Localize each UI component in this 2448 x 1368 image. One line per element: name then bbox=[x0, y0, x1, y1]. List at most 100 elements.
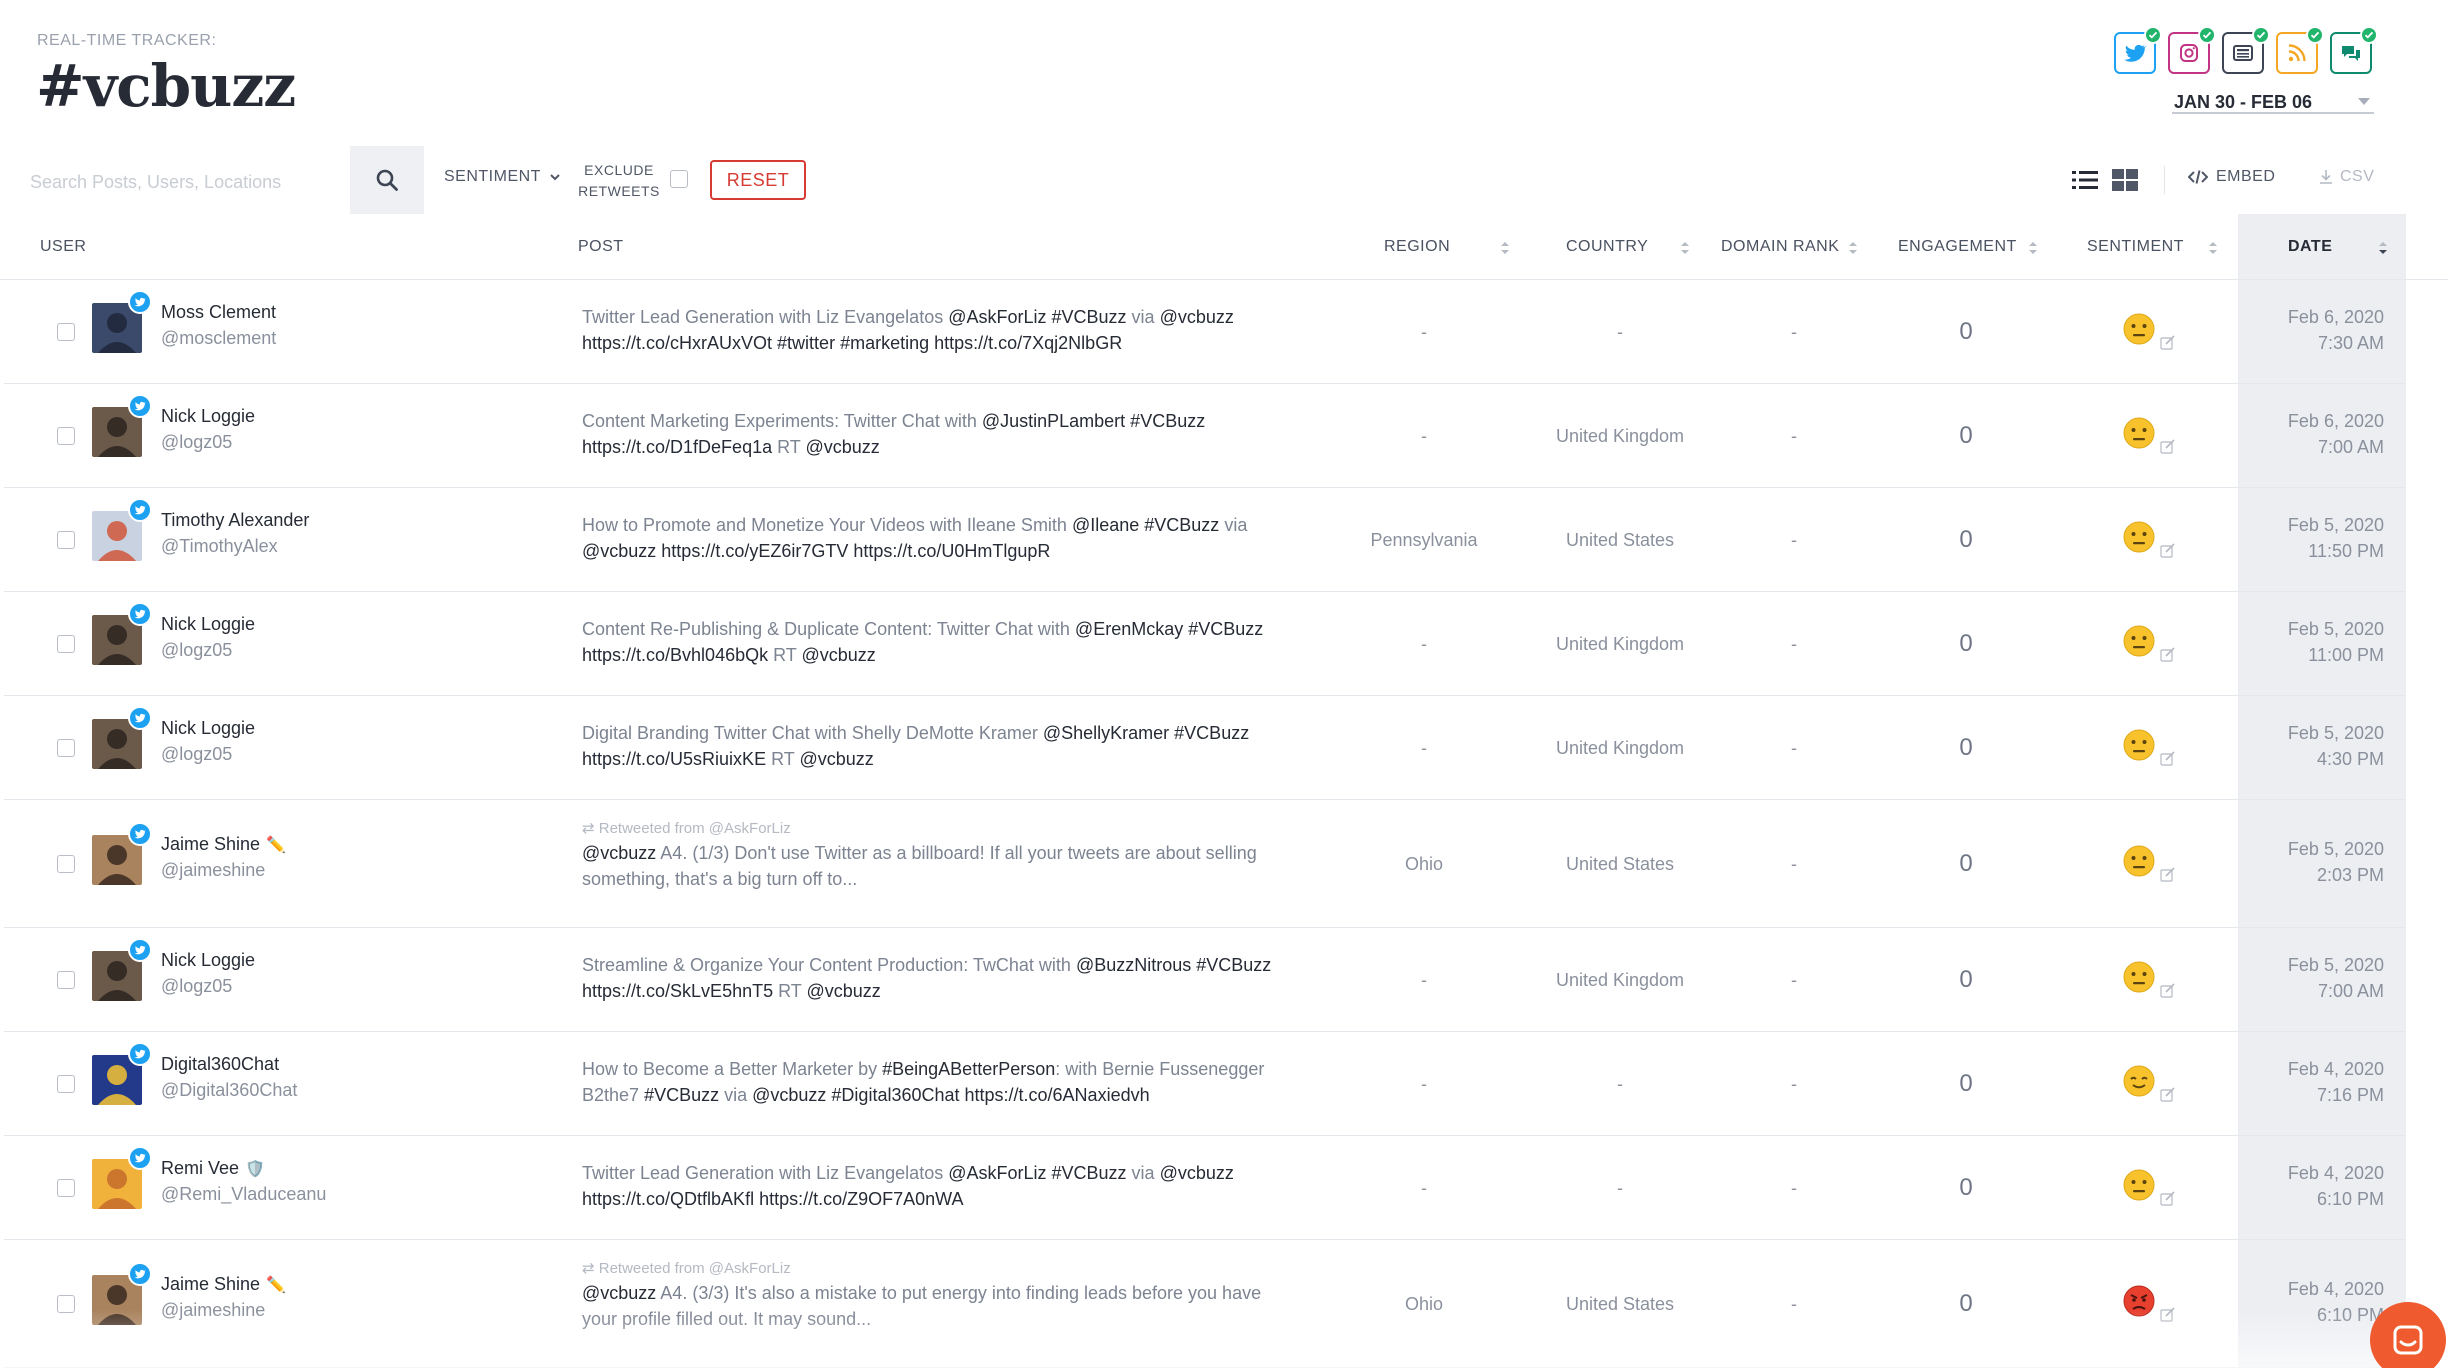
user-name[interactable]: Nick Loggie bbox=[161, 718, 261, 739]
post-mention[interactable]: @AskForLiz #VCBuzz bbox=[948, 1163, 1126, 1183]
post-mention[interactable]: @vcbuzz bbox=[582, 843, 656, 863]
post-mention[interactable]: @vcbuzz bbox=[801, 645, 875, 665]
post-mention[interactable]: @ErenMckay #VCBuzz bbox=[1075, 619, 1263, 639]
post-mention[interactable]: #BeingABetterPerson bbox=[882, 1059, 1055, 1079]
list-view-icon[interactable] bbox=[2072, 168, 2098, 192]
sentiment-content-icon[interactable] bbox=[2122, 1064, 2156, 1098]
post-content[interactable]: ⇄ Retweeted from @AskForLiz @vcbuzz A4. … bbox=[582, 818, 1352, 892]
user-handle[interactable]: @logz05 bbox=[161, 640, 232, 661]
post-mention[interactable]: @BuzzNitrous #VCBuzz bbox=[1076, 955, 1271, 975]
post-content[interactable]: How to Promote and Monetize Your Videos … bbox=[582, 512, 1352, 564]
user-handle[interactable]: @jaimeshine bbox=[161, 860, 265, 881]
search-button[interactable] bbox=[350, 146, 424, 214]
table-row[interactable]: Nick Loggie @logz05 Digital Branding Twi… bbox=[4, 696, 2406, 800]
user-name[interactable]: Nick Loggie bbox=[161, 406, 261, 427]
post-mention[interactable]: #VCBuzz bbox=[644, 1085, 719, 1105]
user-name[interactable]: Timothy Alexander bbox=[161, 510, 315, 531]
user-handle[interactable]: @Remi_Vladuceanu bbox=[161, 1184, 326, 1205]
column-post[interactable]: POST bbox=[578, 238, 624, 256]
table-row[interactable]: Jaime Shine ✏️ @jaimeshine ⇄ Retweeted fr… bbox=[4, 800, 2406, 928]
sentiment-neutral-icon[interactable] bbox=[2122, 520, 2156, 554]
user-handle[interactable]: @jaimeshine bbox=[161, 1300, 265, 1321]
table-row[interactable]: Nick Loggie @logz05 Content Marketing Ex… bbox=[4, 384, 2406, 488]
row-checkbox[interactable] bbox=[57, 1295, 75, 1313]
column-domain-rank[interactable]: DOMAIN RANK bbox=[1721, 238, 1839, 256]
table-row[interactable]: Remi Vee 🛡️ @Remi_Vladuceanu Twitter Lead… bbox=[4, 1136, 2406, 1240]
user-handle[interactable]: @Digital360Chat bbox=[161, 1080, 297, 1101]
post-mention[interactable]: @vcbuzz bbox=[582, 1283, 656, 1303]
edit-sentiment-icon[interactable] bbox=[2160, 1086, 2176, 1102]
row-checkbox[interactable] bbox=[57, 323, 75, 341]
edit-sentiment-icon[interactable] bbox=[2160, 982, 2176, 998]
row-checkbox[interactable] bbox=[57, 635, 75, 653]
post-mention[interactable]: https://t.co/U5sRiuixKE bbox=[582, 749, 766, 769]
sentiment-neutral-icon[interactable] bbox=[2122, 728, 2156, 762]
post-mention[interactable]: @vcbuzz bbox=[1160, 307, 1234, 327]
sort-icon[interactable] bbox=[1680, 240, 1690, 256]
column-date[interactable]: DATE bbox=[2288, 238, 2332, 256]
sentiment-neutral-icon[interactable] bbox=[2122, 844, 2156, 878]
sentiment-angry-icon[interactable] bbox=[2122, 1284, 2156, 1318]
column-region[interactable]: REGION bbox=[1384, 238, 1450, 256]
table-row[interactable]: Nick Loggie @logz05 Streamline & Organiz… bbox=[4, 928, 2406, 1032]
table-row[interactable]: Nick Loggie @logz05 Content Re-Publishin… bbox=[4, 592, 2406, 696]
table-row[interactable]: Moss Clement @mosclement Twitter Lead Ge… bbox=[4, 280, 2406, 384]
post-mention[interactable]: https://t.co/D1fDeFeq1a bbox=[582, 437, 772, 457]
sort-icon[interactable] bbox=[1500, 240, 1510, 256]
network-news-toggle[interactable] bbox=[2222, 26, 2270, 74]
user-name[interactable]: Remi Vee 🛡️ bbox=[161, 1158, 265, 1179]
user-handle[interactable]: @logz05 bbox=[161, 744, 232, 765]
sentiment-neutral-icon[interactable] bbox=[2122, 312, 2156, 346]
post-mention[interactable]: @vcbuzz #Digital360Chat https://t.co/6AN… bbox=[752, 1085, 1149, 1105]
post-mention[interactable]: @vcbuzz bbox=[805, 437, 879, 457]
network-twitter-toggle[interactable] bbox=[2114, 26, 2162, 74]
grid-view-icon[interactable] bbox=[2112, 168, 2138, 192]
post-content[interactable]: Content Marketing Experiments: Twitter C… bbox=[582, 408, 1352, 460]
post-mention[interactable]: @vcbuzz bbox=[1160, 1163, 1234, 1183]
edit-sentiment-icon[interactable] bbox=[2160, 542, 2176, 558]
row-checkbox[interactable] bbox=[57, 427, 75, 445]
post-mention[interactable]: @AskForLiz #VCBuzz bbox=[948, 307, 1126, 327]
row-checkbox[interactable] bbox=[57, 739, 75, 757]
post-content[interactable]: Twitter Lead Generation with Liz Evangel… bbox=[582, 1160, 1352, 1212]
user-handle[interactable]: @logz05 bbox=[161, 976, 232, 997]
table-row[interactable]: Timothy Alexander @TimothyAlex How to Pr… bbox=[4, 488, 2406, 592]
row-checkbox[interactable] bbox=[57, 531, 75, 549]
post-mention[interactable]: @ShellyKramer #VCBuzz bbox=[1043, 723, 1249, 743]
column-user[interactable]: USER bbox=[40, 238, 86, 256]
edit-sentiment-icon[interactable] bbox=[2160, 334, 2176, 350]
user-name[interactable]: Nick Loggie bbox=[161, 614, 261, 635]
csv-export-button[interactable]: CSV bbox=[2318, 168, 2374, 186]
post-mention[interactable]: @vcbuzz bbox=[799, 749, 873, 769]
edit-sentiment-icon[interactable] bbox=[2160, 866, 2176, 882]
edit-sentiment-icon[interactable] bbox=[2160, 1306, 2176, 1322]
post-mention[interactable]: @JustinPLambert #VCBuzz bbox=[982, 411, 1205, 431]
edit-sentiment-icon[interactable] bbox=[2160, 750, 2176, 766]
sentiment-neutral-icon[interactable] bbox=[2122, 960, 2156, 994]
row-checkbox[interactable] bbox=[57, 855, 75, 873]
edit-sentiment-icon[interactable] bbox=[2160, 646, 2176, 662]
sentiment-neutral-icon[interactable] bbox=[2122, 416, 2156, 450]
chat-launcher-button[interactable] bbox=[2370, 1302, 2446, 1368]
reset-button[interactable]: RESET bbox=[710, 160, 806, 200]
column-country[interactable]: COUNTRY bbox=[1566, 238, 1648, 256]
sentiment-neutral-icon[interactable] bbox=[2122, 1168, 2156, 1202]
post-mention[interactable]: https://t.co/Bvhl046bQk bbox=[582, 645, 768, 665]
post-content[interactable]: ⇄ Retweeted from @AskForLiz @vcbuzz A4. … bbox=[582, 1258, 1352, 1332]
sort-icon[interactable] bbox=[2208, 240, 2218, 256]
post-mention[interactable]: @Ileane #VCBuzz bbox=[1072, 515, 1219, 535]
post-content[interactable]: Digital Branding Twitter Chat with Shell… bbox=[582, 720, 1352, 772]
post-mention[interactable]: https://t.co/SkLvE5hnT5 bbox=[582, 981, 773, 1001]
sort-icon[interactable] bbox=[2378, 240, 2388, 256]
sentiment-neutral-icon[interactable] bbox=[2122, 624, 2156, 658]
date-range-picker[interactable]: JAN 30 - FEB 06 bbox=[2172, 88, 2374, 114]
embed-button[interactable]: EMBED bbox=[2188, 168, 2275, 186]
row-checkbox[interactable] bbox=[57, 1179, 75, 1197]
network-forums-toggle[interactable] bbox=[2330, 26, 2378, 74]
user-handle[interactable]: @mosclement bbox=[161, 328, 276, 349]
post-mention[interactable]: @vcbuzz bbox=[806, 981, 880, 1001]
sort-icon[interactable] bbox=[1848, 240, 1858, 256]
column-sentiment[interactable]: SENTIMENT bbox=[2087, 238, 2184, 256]
row-checkbox[interactable] bbox=[57, 971, 75, 989]
post-content[interactable]: Content Re-Publishing & Duplicate Conten… bbox=[582, 616, 1352, 668]
